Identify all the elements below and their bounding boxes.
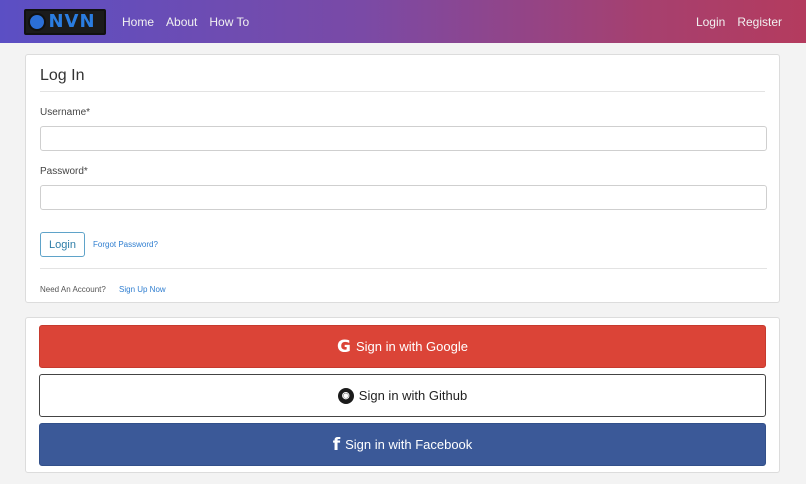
username-input[interactable] bbox=[40, 126, 767, 151]
google-icon: G bbox=[337, 336, 351, 357]
password-input[interactable] bbox=[40, 185, 767, 210]
nav-right: Login Register bbox=[684, 15, 782, 29]
google-signin-label: Sign in with Google bbox=[355, 339, 468, 354]
nav-link-home[interactable]: Home bbox=[122, 15, 154, 29]
username-label: Username* bbox=[40, 107, 91, 118]
login-button[interactable]: Login bbox=[40, 232, 85, 257]
facebook-signin-label: Sign in with Facebook bbox=[345, 437, 473, 452]
password-label: Password* bbox=[40, 166, 88, 177]
nav-link-login[interactable]: Login bbox=[696, 15, 725, 29]
social-login-card: G Sign in with Google ◉ Sign in with Git… bbox=[25, 317, 780, 473]
facebook-icon: f bbox=[332, 434, 341, 455]
nav-link-how-to[interactable]: How To bbox=[209, 15, 249, 29]
navbar: NVN Home About How To Login Register bbox=[0, 0, 806, 43]
sign-up-link[interactable]: Sign Up Now bbox=[119, 285, 166, 294]
google-signin-button[interactable]: G Sign in with Google bbox=[39, 325, 766, 368]
need-account-text: Need An Account? bbox=[40, 285, 106, 294]
facebook-signin-button[interactable]: f Sign in with Facebook bbox=[39, 423, 766, 466]
login-card: Log In Username* Password* Login Forgot … bbox=[25, 54, 780, 303]
forgot-password-link[interactable]: Forgot Password? bbox=[93, 240, 158, 249]
github-signin-button[interactable]: ◉ Sign in with Github bbox=[39, 374, 766, 417]
nav-link-register[interactable]: Register bbox=[737, 15, 782, 29]
divider bbox=[40, 268, 767, 269]
login-title: Log In bbox=[40, 67, 765, 92]
github-signin-label: Sign in with Github bbox=[358, 388, 468, 403]
nav-link-about[interactable]: About bbox=[166, 15, 197, 29]
globe-icon bbox=[28, 12, 46, 31]
site-logo[interactable]: NVN bbox=[24, 8, 106, 35]
logo-text: NVN bbox=[48, 11, 96, 32]
github-icon: ◉ bbox=[337, 387, 354, 404]
